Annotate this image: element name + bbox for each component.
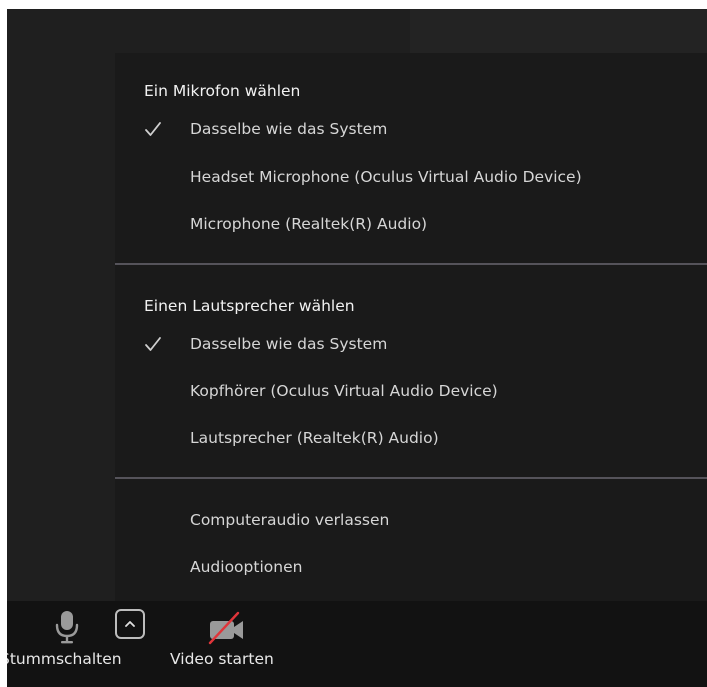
speaker-section-heading: Einen Lautsprecher wählen bbox=[144, 297, 355, 315]
microphone-option-label: Headset Microphone (Oculus Virtual Audio… bbox=[190, 168, 582, 186]
start-video-button-label[interactable]: Video starten bbox=[170, 650, 274, 668]
chevron-up-icon bbox=[125, 621, 135, 627]
checkmark-icon bbox=[145, 122, 161, 136]
menu-divider bbox=[115, 477, 707, 479]
microphone-option-system[interactable]: Dasselbe wie das System bbox=[144, 106, 704, 152]
microphone-option-headset[interactable]: Headset Microphone (Oculus Virtual Audio… bbox=[144, 154, 704, 200]
microphone-option-label: Dasselbe wie das System bbox=[190, 120, 388, 138]
mute-button-label[interactable]: Stummschalten bbox=[7, 650, 122, 668]
menu-action-label: Computeraudio verlassen bbox=[190, 511, 390, 529]
menu-divider bbox=[115, 263, 707, 265]
audio-settings-menu: Ein Mikrofon wählen Dasselbe wie das Sys… bbox=[115, 53, 707, 601]
meeting-window: Ein Mikrofon wählen Dasselbe wie das Sys… bbox=[7, 9, 707, 687]
microphone-option-realtek[interactable]: Microphone (Realtek(R) Audio) bbox=[144, 201, 704, 247]
speaker-option-headphones[interactable]: Kopfhörer (Oculus Virtual Audio Device) bbox=[144, 368, 704, 414]
speaker-option-label: Kopfhörer (Oculus Virtual Audio Device) bbox=[190, 382, 498, 400]
microphone-option-label: Microphone (Realtek(R) Audio) bbox=[190, 215, 428, 233]
header-strip bbox=[410, 9, 707, 53]
audio-options-chevron-button[interactable] bbox=[115, 609, 145, 639]
speaker-option-realtek[interactable]: Lautsprecher (Realtek(R) Audio) bbox=[144, 415, 704, 461]
microphone-icon[interactable] bbox=[54, 609, 80, 645]
video-camera-off-icon[interactable] bbox=[202, 609, 248, 647]
screenshot-frame: Ein Mikrofon wählen Dasselbe wie das Sys… bbox=[0, 0, 707, 687]
menu-action-label: Audiooptionen bbox=[190, 558, 303, 576]
meeting-toolbar: Stummschalten Video starten bbox=[7, 601, 707, 687]
leave-computer-audio-item[interactable]: Computeraudio verlassen bbox=[144, 497, 704, 543]
speaker-option-label: Dasselbe wie das System bbox=[190, 335, 388, 353]
speaker-option-label: Lautsprecher (Realtek(R) Audio) bbox=[190, 429, 439, 447]
audio-options-item[interactable]: Audiooptionen bbox=[144, 544, 704, 590]
speaker-option-system[interactable]: Dasselbe wie das System bbox=[144, 321, 704, 367]
microphone-section-heading: Ein Mikrofon wählen bbox=[144, 82, 301, 100]
checkmark-icon bbox=[145, 337, 161, 351]
